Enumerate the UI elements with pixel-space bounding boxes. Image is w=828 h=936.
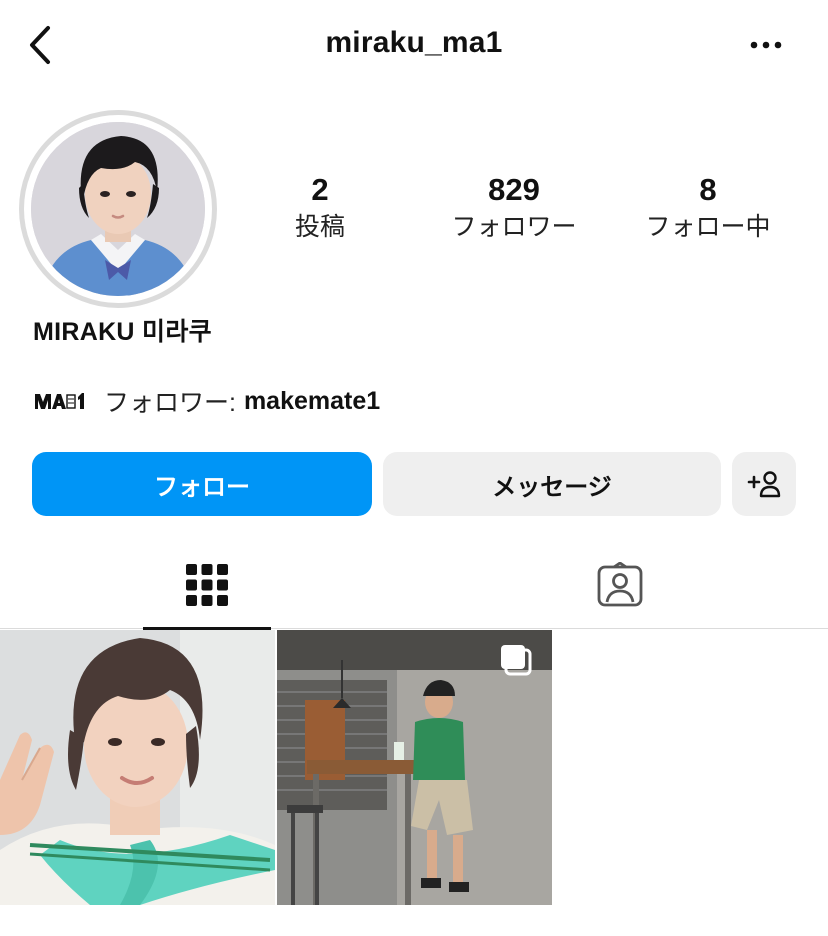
stat-followers-label: フォロワー [451, 213, 577, 241]
post-thumbnail[interactable] [277, 630, 552, 905]
stat-posts-count: 2 [311, 172, 329, 207]
followed-by-username[interactable]: makemate1 [244, 387, 380, 416]
profile-tabs [0, 540, 828, 630]
post-thumbnail[interactable] [0, 630, 275, 905]
top-bar: miraku_ma1 [0, 0, 828, 92]
tab-posts-grid[interactable] [143, 540, 271, 630]
tagged-user-icon [597, 561, 643, 606]
profile-username: miraku_ma1 [325, 26, 503, 59]
add-user-icon [747, 471, 781, 498]
add-user-button[interactable] [732, 452, 796, 516]
stat-following[interactable]: 8 フォロー中 [618, 172, 798, 244]
stat-posts-label: 投稿 [294, 213, 345, 241]
stat-followers-count: 829 [488, 172, 540, 207]
followed-by-label: フォロワー: [104, 389, 236, 417]
more-horizontal-icon[interactable] [746, 30, 786, 60]
stat-following-label: フォロー中 [645, 213, 771, 241]
makemate1-logo-icon [34, 392, 86, 410]
stat-following-count: 8 [699, 172, 717, 207]
display-name: MIRAKU 미라쿠 [33, 318, 212, 346]
stat-followers[interactable]: 829 フォロワー [424, 172, 604, 244]
grid-icon [186, 563, 228, 606]
follow-button[interactable]: フォロー [32, 452, 372, 516]
avatar[interactable] [31, 122, 205, 296]
tab-tagged[interactable] [556, 540, 684, 629]
followed-by[interactable]: フォロワー: makemate1 [34, 384, 380, 418]
stat-posts[interactable]: 2 投稿 [230, 172, 410, 244]
message-button[interactable]: メッセージ [383, 452, 721, 516]
